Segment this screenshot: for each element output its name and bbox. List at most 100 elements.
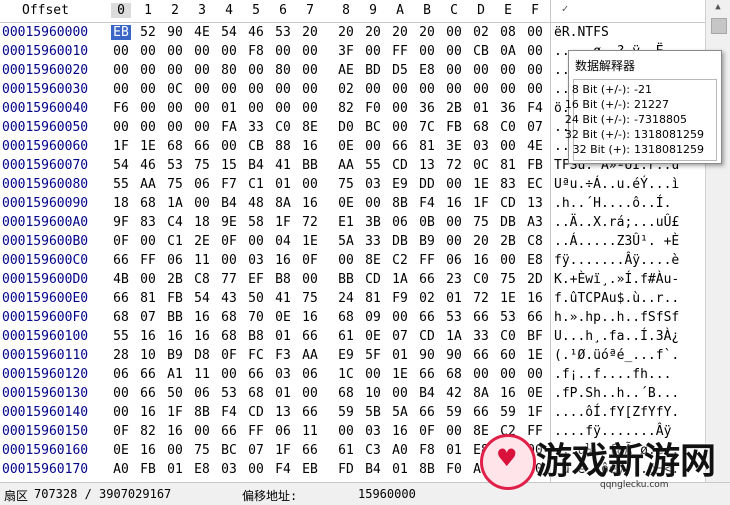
row-text[interactable]: ..Á.....Z3Û¹. +È [554,234,679,249]
hex-byte[interactable]: 5B [363,405,383,420]
hex-byte[interactable]: 01 [273,386,293,401]
hex-byte[interactable]: C0 [498,329,518,344]
hex-byte[interactable]: 15 [219,158,239,173]
hex-byte[interactable]: 00 [246,462,266,477]
hex-byte[interactable]: 90 [165,25,185,40]
hex-byte[interactable]: 11 [192,367,212,382]
hex-byte[interactable]: 07 [138,310,158,325]
hex-byte[interactable]: 66 [219,424,239,439]
hex-byte[interactable]: 66 [525,310,545,325]
hex-byte[interactable]: C0 [471,272,491,287]
hex-byte[interactable]: 00 [165,443,185,458]
hex-byte[interactable]: EB [111,25,131,40]
hex-byte[interactable]: DB [498,215,518,230]
hex-byte[interactable]: 0E [273,310,293,325]
hex-byte[interactable]: 42 [444,386,464,401]
hex-byte[interactable]: 00 [273,44,293,59]
hex-byte[interactable]: C0 [273,120,293,135]
hex-byte[interactable]: 00 [498,82,518,97]
hex-row[interactable]: 000159600F0 68 07 BB 16 68 70 0E 16 68 09 00 66 53 66 5… [0,308,705,327]
hex-byte[interactable]: 36 [498,101,518,116]
hex-byte[interactable]: 80 [273,63,293,78]
hex-byte[interactable]: 00 [525,25,545,40]
hex-byte[interactable]: FD [336,462,356,477]
hex-byte[interactable]: 00 [192,82,212,97]
hex-byte[interactable]: 23 [444,272,464,287]
hex-byte[interactable]: 33 [363,234,383,249]
hex-byte[interactable]: 00 [165,63,185,78]
hex-byte[interactable]: 66 [300,405,320,420]
hex-byte[interactable]: 58 [246,215,266,230]
hex-byte[interactable]: 66 [417,405,437,420]
hex-byte[interactable]: 16 [498,386,518,401]
hex-byte[interactable]: 01 [444,443,464,458]
hex-byte[interactable]: 03 [219,462,239,477]
hex-byte[interactable]: 01 [273,177,293,192]
hex-byte[interactable]: 1E [498,291,518,306]
hex-byte[interactable]: FF [390,44,410,59]
hex-byte[interactable]: B4 [246,158,266,173]
row-text[interactable]: (.¹Ø.üóªé_...f`. [554,348,679,363]
hex-byte[interactable]: 00 [165,101,185,116]
hex-byte[interactable]: FB [138,462,158,477]
hex-byte[interactable]: EC [525,177,545,192]
hex-byte[interactable]: CD [390,158,410,173]
hex-byte[interactable]: 1E [471,177,491,192]
hex-byte[interactable]: B4 [417,386,437,401]
hex-byte[interactable]: AA [300,348,320,363]
hex-byte[interactable]: 77 [219,272,239,287]
hex-byte[interactable]: 75 [336,177,356,192]
hex-byte[interactable]: 66 [471,348,491,363]
hex-byte[interactable]: 55 [363,158,383,173]
hex-byte[interactable]: 07 [525,120,545,135]
hex-byte[interactable]: C1 [165,234,185,249]
hex-byte[interactable]: 00 [525,63,545,78]
hex-byte[interactable]: 00 [273,101,293,116]
hex-byte[interactable]: 00 [192,196,212,211]
scroll-thumb[interactable] [711,18,727,34]
hex-byte[interactable]: 5A [336,234,356,249]
hex-byte[interactable]: 66 [417,367,437,382]
row-text[interactable]: .h..´H....ô..Í. [554,196,671,211]
hex-byte[interactable]: 0E [363,329,383,344]
hex-byte[interactable]: FF [138,253,158,268]
row-text[interactable]: .f¡..f....fh... [554,367,671,382]
hex-byte[interactable]: 00 [138,234,158,249]
hex-byte[interactable]: 00 [498,139,518,154]
hex-byte[interactable]: 00 [192,101,212,116]
hex-byte[interactable]: E9 [336,348,356,363]
hex-byte[interactable]: F3 [273,348,293,363]
hex-row[interactable]: 000159600A0 9F 83 C4 18 9E 58 1F 72 E1 3B 06 0B 00 75 D… [0,213,705,232]
row-text[interactable]: ëR.NTFS [554,25,609,40]
hex-row[interactable]: 000159600E0 66 81 FB 54 43 50 41 75 24 81 F9 02 01 72 1… [0,289,705,308]
hex-byte[interactable]: CD [246,405,266,420]
hex-byte[interactable]: 00 [444,25,464,40]
hex-byte[interactable]: 2B [498,234,518,249]
hex-byte[interactable]: 75 [471,215,491,230]
hex-byte[interactable]: 68 [219,310,239,325]
hex-row[interactable]: 00015960140 00 16 1F 8B F4 CD 13 66 59 5B 5A 66 59 66 5… [0,403,705,422]
hex-byte[interactable]: 0F [417,424,437,439]
hex-byte[interactable]: 1F [165,405,185,420]
row-text[interactable]: U...h¸.fa..Í.3À¿ [554,329,679,344]
data-interpreter-panel[interactable]: 数据解释器 8 Bit (+/-): -21 16 Bit (+/-): 21227 2… [565,50,722,164]
hex-byte[interactable]: 00 [390,386,410,401]
hex-byte[interactable]: 75 [498,272,518,287]
hex-byte[interactable]: 0E [336,139,356,154]
hex-byte[interactable]: 01 [273,329,293,344]
scroll-up-arrow-icon[interactable]: ▲ [710,2,726,16]
hex-byte[interactable]: 50 [165,386,185,401]
hex-byte[interactable]: 07 [390,329,410,344]
hex-byte[interactable]: 46 [246,25,266,40]
hex-byte[interactable]: BC [363,120,383,135]
hex-byte[interactable]: 00 [525,44,545,59]
hex-byte[interactable]: 68 [444,367,464,382]
hex-byte[interactable]: 1E [525,348,545,363]
hex-byte[interactable]: 00 [444,63,464,78]
hex-byte[interactable]: 50 [246,291,266,306]
hex-byte[interactable]: 66 [138,386,158,401]
hex-byte[interactable]: 43 [219,291,239,306]
hex-byte[interactable]: FB [444,120,464,135]
hex-byte[interactable]: 00 [111,386,131,401]
hex-row[interactable]: 00015960130 00 66 50 06 53 68 01 00 68 10 00 B4 42 8A 1… [0,384,705,403]
